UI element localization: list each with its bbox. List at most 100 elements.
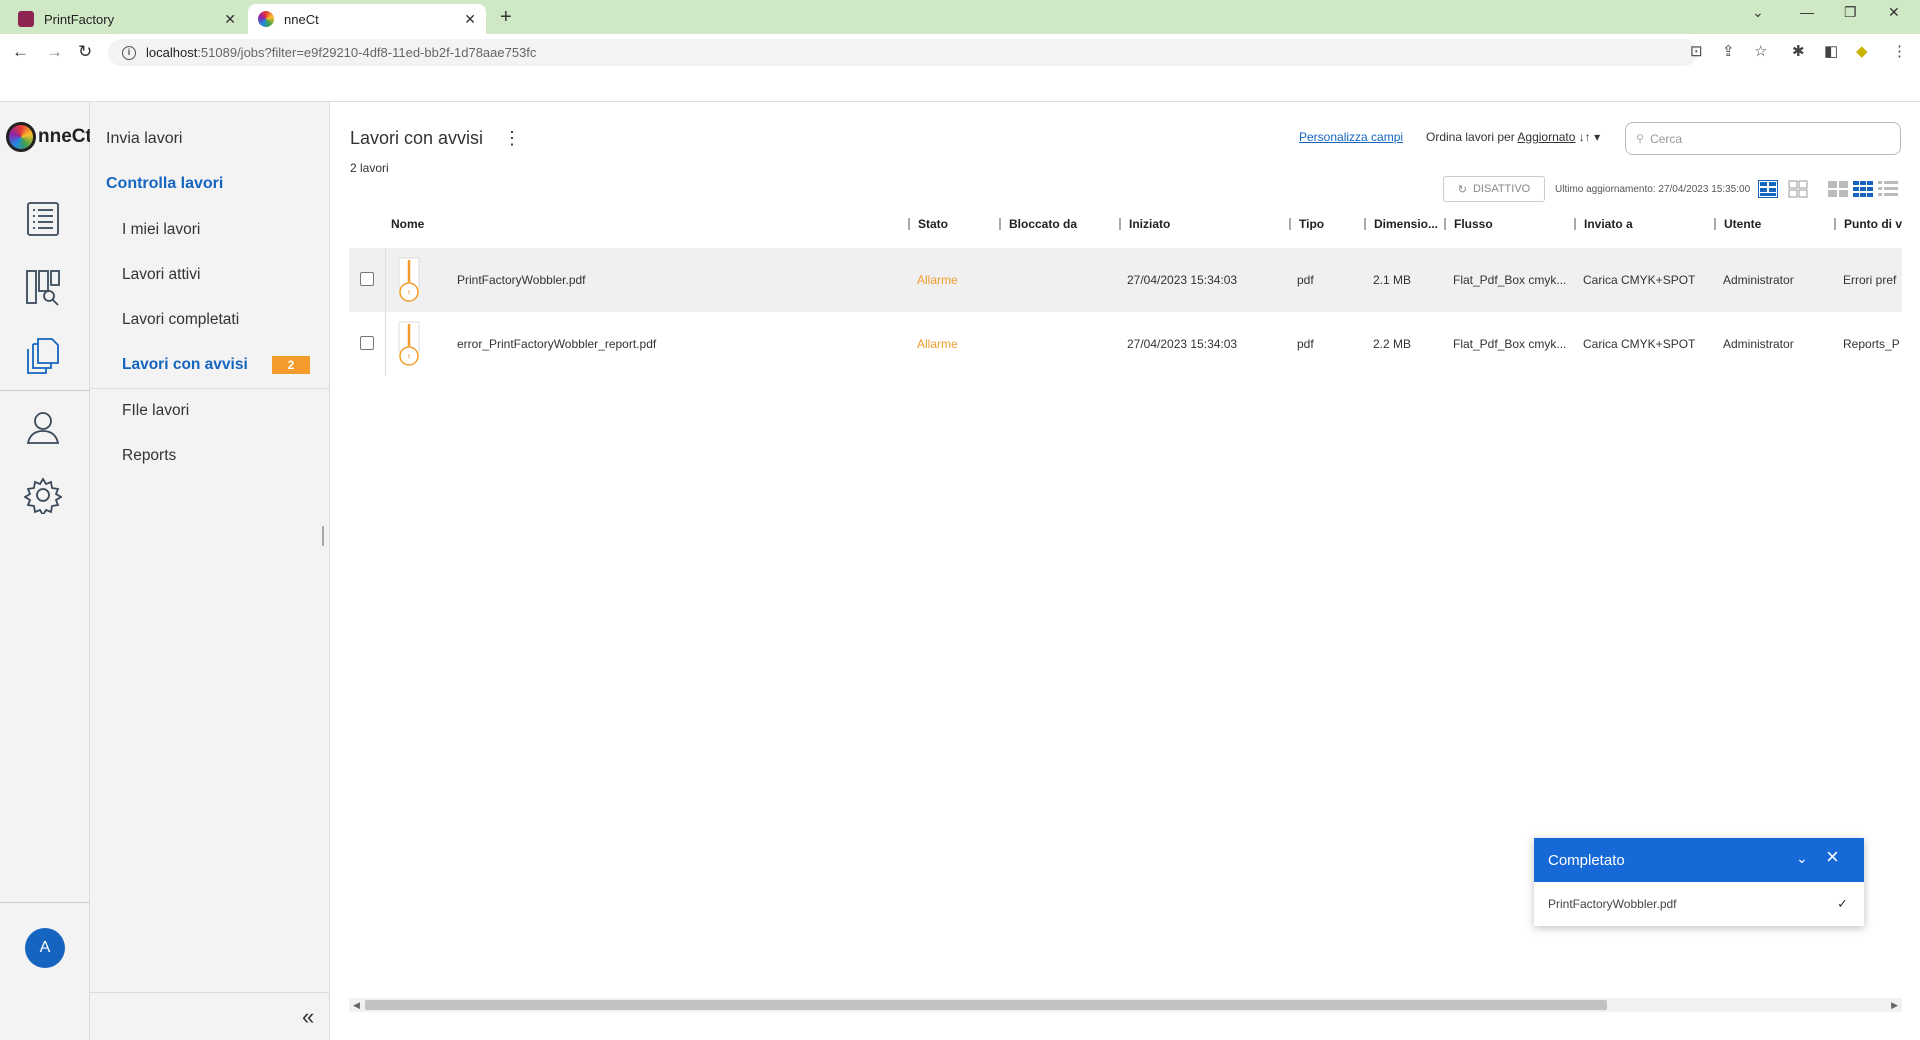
toast-item-name: PrintFactoryWobbler.pdf (1548, 897, 1677, 911)
sort-dropdown-chevron-icon[interactable]: ▾ (1594, 130, 1600, 144)
app-logo[interactable]: nneCt (6, 122, 92, 152)
column-header-nome[interactable]: Nome (383, 210, 583, 238)
column-header-tipo[interactable]: Tipo (1289, 218, 1359, 230)
side-panel-icon[interactable]: ◧ (1824, 42, 1838, 60)
close-tab-icon[interactable]: ✕ (224, 11, 236, 28)
tab-title: PrintFactory (44, 11, 115, 27)
view-large-tiles-icon[interactable] (1828, 180, 1848, 198)
column-header-flusso[interactable]: Flusso (1444, 218, 1564, 230)
close-window-button[interactable]: ✕ (1888, 4, 1900, 21)
job-size: 2.1 MB (1373, 273, 1412, 287)
column-header-iniziato[interactable]: Iniziato (1119, 218, 1279, 230)
profile-extension-icon[interactable]: ◆ (1856, 42, 1868, 60)
settings-gear-icon[interactable] (23, 476, 63, 517)
sidebar-item-i-miei-lavori[interactable]: I miei lavori (122, 221, 200, 239)
sidebar-item-lavori-con-avvisi[interactable]: Lavori con avvisi (122, 356, 248, 374)
sort-value[interactable]: Aggiornato (1517, 130, 1575, 144)
collapse-sidebar-icon[interactable]: « (302, 1004, 314, 1030)
sidebar-item-lavori-attivi[interactable]: Lavori attivi (122, 266, 200, 284)
more-options-icon[interactable]: ⋮ (503, 128, 521, 149)
board-search-icon[interactable] (24, 268, 62, 306)
column-header-stato[interactable]: Stato (908, 218, 996, 230)
job-user: Administrator (1723, 337, 1794, 351)
search-input[interactable]: ⚲ Cerca (1625, 122, 1901, 155)
job-name[interactable]: error_PrintFactoryWobbler_report.pdf (457, 312, 877, 376)
last-update-text: Ultimo aggiornamento: 27/04/2023 15:35:0… (1555, 184, 1751, 195)
job-sent-to: Carica CMYK+SPOT (1583, 273, 1696, 287)
sidebar-item-invia-lavori[interactable]: Invia lavori (106, 130, 182, 148)
sidebar-item-controlla-lavori[interactable]: Controlla lavori (106, 175, 223, 193)
svg-text:!: ! (408, 354, 410, 361)
browser-tab-printfactory[interactable]: PrintFactory ✕ (8, 4, 246, 34)
view-small-tiles-icon[interactable] (1853, 180, 1873, 198)
view-grid-outline-icon[interactable] (1788, 180, 1808, 198)
table-row[interactable]: ! error_PrintFactoryWobbler_report.pdf A… (349, 312, 1902, 376)
user-avatar[interactable]: A (25, 928, 65, 968)
toast-close-icon[interactable]: × (1826, 844, 1839, 870)
job-user: Administrator (1723, 273, 1794, 287)
job-name[interactable]: PrintFactoryWobbler.pdf (457, 248, 877, 312)
row-select-checkbox[interactable] (360, 336, 374, 350)
url-host: localhost (146, 45, 198, 60)
scroll-left-arrow-icon[interactable]: ◀ (353, 998, 360, 1012)
extensions-icon[interactable]: ✱ (1792, 42, 1805, 60)
sidebar-resize-handle[interactable] (322, 526, 324, 546)
user-icon[interactable] (24, 408, 62, 446)
column-header-utente[interactable]: Utente (1714, 218, 1824, 230)
share-icon[interactable]: ⇪ (1722, 42, 1735, 60)
scrollbar-thumb[interactable] (365, 1000, 1607, 1010)
restore-button[interactable]: ❐ (1844, 4, 1857, 21)
view-list-icon[interactable] (1878, 180, 1898, 198)
tab-title: nneCt (284, 11, 319, 27)
customize-fields-link[interactable]: Personalizza campi (1299, 130, 1403, 144)
search-placeholder: Cerca (1650, 131, 1683, 146)
job-list-icon[interactable] (24, 200, 62, 238)
page-title: Lavori con avvisi (350, 128, 484, 148)
toast-item: PrintFactoryWobbler.pdf ✓ (1534, 882, 1864, 926)
view-table-compact-icon[interactable] (1758, 180, 1778, 198)
row-select-checkbox[interactable] (360, 272, 374, 286)
job-started: 27/04/2023 15:34:03 (1127, 273, 1238, 287)
forward-arrow-icon[interactable]: → (46, 42, 63, 62)
tab-search-chevron-icon[interactable]: ⌄ (1752, 4, 1764, 21)
browser-address-bar: ← → ↻ i localhost:51089/jobs?filter=e9f2… (0, 34, 1920, 70)
url-field[interactable]: i localhost:51089/jobs?filter=e9f29210-4… (108, 39, 1698, 66)
translate-icon[interactable]: ⊡ (1690, 42, 1703, 60)
app-rail: nneCt A (0, 102, 92, 1040)
job-locked-by (1007, 248, 1117, 312)
printfactory-favicon-icon (18, 11, 34, 27)
sidebar-item-reports[interactable]: Reports (122, 447, 176, 465)
browser-tab-bar: PrintFactory ✕ nneCt ✕ + ⌄ — ❐ ✕ (0, 0, 1920, 34)
job-size: 2.2 MB (1373, 337, 1412, 351)
refresh-icon: ↻ (1457, 183, 1467, 196)
job-files-icon[interactable] (24, 336, 62, 374)
browser-tab-onnect[interactable]: nneCt ✕ (248, 4, 486, 34)
auto-refresh-button[interactable]: ↻ DISATTIVO (1443, 176, 1545, 202)
minimize-button[interactable]: — (1800, 4, 1814, 20)
close-tab-icon[interactable]: ✕ (464, 11, 476, 28)
job-locked-by (1007, 312, 1117, 376)
column-header-dimensione[interactable]: Dimensio... (1364, 218, 1440, 230)
site-info-icon[interactable]: i (122, 45, 136, 60)
sidebar-item-lavori-completati[interactable]: Lavori completati (122, 311, 239, 329)
reload-icon[interactable]: ↻ (78, 42, 92, 62)
back-arrow-icon[interactable]: ← (12, 42, 29, 62)
horizontal-scrollbar[interactable]: ◀ ▶ (349, 998, 1902, 1012)
job-flow: Flat_Pdf_Box cmyk... (1453, 337, 1567, 351)
column-header-punto-di-v[interactable]: Punto di v (1834, 218, 1902, 230)
bookmark-star-icon[interactable]: ☆ (1754, 42, 1767, 60)
job-flow: Flat_Pdf_Box cmyk... (1453, 273, 1567, 287)
browser-menu-icon[interactable]: ⋮ (1892, 42, 1907, 60)
logo-mark-icon (6, 122, 36, 152)
warnings-count-badge: 2 (272, 356, 310, 374)
job-sent-to: Carica CMYK+SPOT (1583, 337, 1696, 351)
table-row[interactable]: ! PrintFactoryWobbler.pdf Allarme 27/04/… (349, 248, 1902, 312)
scroll-right-arrow-icon[interactable]: ▶ (1891, 998, 1898, 1012)
toast-collapse-chevron-icon[interactable]: ⌄ (1796, 850, 1808, 867)
sort-control[interactable]: Ordina lavori per Aggiornato ↓↑ ▾ (1426, 130, 1600, 144)
sort-direction-icon[interactable]: ↓↑ (1579, 130, 1591, 144)
column-header-inviato-a[interactable]: Inviato a (1574, 218, 1704, 230)
sidebar-item-file-lavori[interactable]: FIle lavori (122, 402, 189, 420)
new-tab-button[interactable]: + (500, 6, 512, 29)
column-header-bloccato-da[interactable]: Bloccato da (999, 218, 1109, 230)
